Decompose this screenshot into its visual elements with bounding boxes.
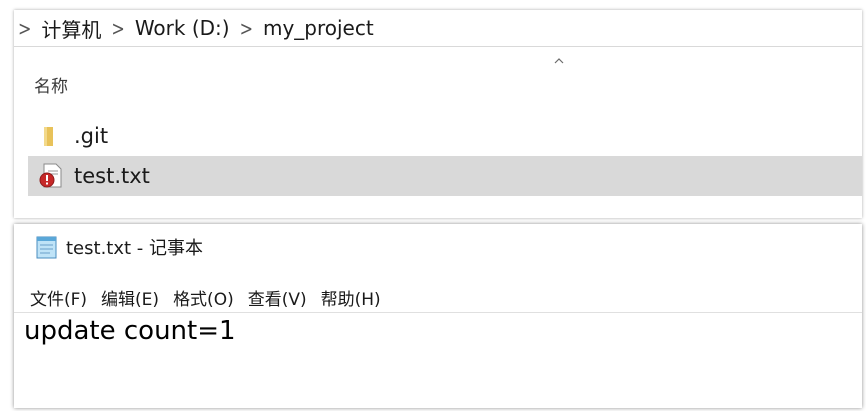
file-name: .git xyxy=(74,124,109,148)
notepad-window: test.txt - 记事本 文件(F) 编辑(E) 格式(O) 查看(V) 帮… xyxy=(14,224,862,408)
sort-ascending-icon xyxy=(554,58,564,64)
menu-help[interactable]: 帮助(H) xyxy=(321,285,381,310)
text-editor[interactable]: update count=1 xyxy=(24,316,852,346)
menu-file[interactable]: 文件(F) xyxy=(30,285,87,310)
file-explorer-window: > 计算机 > Work (D:) > my_project 名称 .git t… xyxy=(14,10,862,218)
menu-format[interactable]: 格式(O) xyxy=(173,285,234,310)
chevron-right-icon[interactable]: > xyxy=(240,16,253,41)
file-name: test.txt xyxy=(74,164,150,188)
breadcrumb-drive[interactable]: Work (D:) xyxy=(135,16,230,40)
menu-edit[interactable]: 编辑(E) xyxy=(101,285,159,310)
notepad-icon xyxy=(36,236,57,259)
folder-icon xyxy=(38,123,64,149)
chevron-right-icon[interactable]: > xyxy=(18,16,31,41)
breadcrumb-computer[interactable]: 计算机 xyxy=(41,14,101,43)
file-row-test-txt[interactable]: test.txt xyxy=(28,156,862,196)
menu-bar: 文件(F) 编辑(E) 格式(O) 查看(V) 帮助(H) xyxy=(14,282,862,313)
title-bar[interactable]: test.txt - 记事本 xyxy=(14,224,862,270)
window-title: test.txt - 记事本 xyxy=(66,238,203,259)
breadcrumb-folder[interactable]: my_project xyxy=(263,16,374,40)
file-row-git[interactable]: .git xyxy=(28,116,862,156)
conflict-text-file-icon xyxy=(38,163,64,189)
chevron-right-icon[interactable]: > xyxy=(111,16,124,41)
column-header-name[interactable]: 名称 xyxy=(34,72,68,97)
address-bar[interactable]: > 计算机 > Work (D:) > my_project xyxy=(14,10,862,47)
menu-view[interactable]: 查看(V) xyxy=(248,285,307,310)
